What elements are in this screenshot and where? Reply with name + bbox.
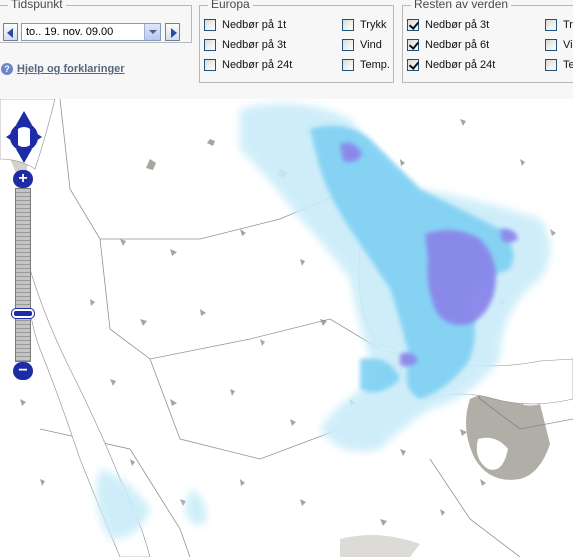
world-precip-24h-checkbox[interactable]: Nedbør på 24t [407,59,495,71]
left-triangle-icon [7,28,13,38]
weather-map[interactable]: + − [0,99,573,557]
zoom-out-button[interactable]: − [13,362,33,380]
checkbox-box[interactable] [407,59,419,71]
time-select-value: to.. 19. nov. 09.00 [26,26,114,38]
europa-pressure-checkbox[interactable]: Trykk [342,19,386,31]
control-panel: Tidspunkt to.. 19. nov. 09.00 ? Hjelp og… [0,0,573,99]
world-pressure-checkbox[interactable]: Trykk [545,19,573,31]
europa-wind-checkbox[interactable]: Vind [342,39,382,51]
checkbox-box[interactable] [342,39,354,51]
checkbox-box[interactable] [342,19,354,31]
checkbox-box[interactable] [342,59,354,71]
europa-legend: Europa [208,0,253,11]
europa-precip-3h-checkbox[interactable]: Nedbør på 3t [204,39,286,51]
checkbox-box[interactable] [407,39,419,51]
chevron-down-icon[interactable] [144,24,160,40]
previous-time-button[interactable] [3,23,18,41]
checkbox-box[interactable] [545,39,557,51]
zoom-in-button[interactable]: + [13,170,33,188]
zoom-control[interactable]: + − [12,170,34,380]
question-icon: ? [1,63,13,75]
map-canvas [0,99,573,557]
europa-group: Europa Nedbør på 1t Nedbør på 3t Nedbør … [199,0,394,83]
rest-of-world-group: Resten av verden Nedbør på 3t Nedbør på … [402,0,573,83]
rest-of-world-legend: Resten av verden [411,0,512,11]
world-precip-6h-checkbox[interactable]: Nedbør på 6t [407,39,489,51]
checkbox-box[interactable] [545,19,557,31]
next-time-button[interactable] [165,23,180,41]
world-wind-checkbox[interactable]: Vind [545,39,573,51]
world-temp-checkbox[interactable]: Temp. [545,59,573,71]
checkbox-box[interactable] [407,19,419,31]
europa-precip-24h-checkbox[interactable]: Nedbør på 24t [204,59,292,71]
europa-temp-checkbox[interactable]: Temp. [342,59,390,71]
time-select[interactable]: to.. 19. nov. 09.00 [21,23,161,41]
checkbox-box[interactable] [545,59,557,71]
checkbox-box[interactable] [204,59,216,71]
right-triangle-icon [171,28,177,38]
timepoint-group: Tidspunkt to.. 19. nov. 09.00 [0,0,192,43]
world-precip-3h-checkbox[interactable]: Nedbør på 3t [407,19,489,31]
zoom-track[interactable] [15,188,31,362]
europa-precip-1h-checkbox[interactable]: Nedbør på 1t [204,19,286,31]
timepoint-legend: Tidspunkt [8,0,66,11]
checkbox-box[interactable] [204,39,216,51]
help-link-label: Hjelp og forklaringer [17,63,125,75]
checkbox-box[interactable] [204,19,216,31]
help-link[interactable]: ? Hjelp og forklaringer [1,63,125,75]
zoom-slider-thumb[interactable] [12,309,34,319]
